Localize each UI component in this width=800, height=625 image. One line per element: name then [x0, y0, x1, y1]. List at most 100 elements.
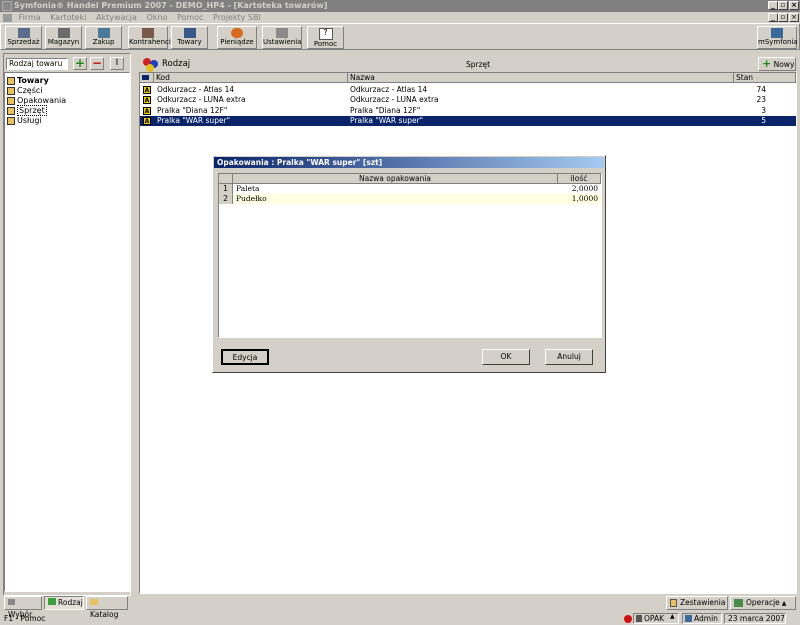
kontrahenci-button[interactable]: Kontrahenci: [128, 26, 171, 49]
towary-button[interactable]: Towary: [171, 26, 208, 49]
msymfonia-button[interactable]: mSymfonia: [757, 26, 798, 49]
new-button[interactable]: + Nowy: [758, 57, 796, 71]
tab-rodzaj[interactable]: Rodzaj: [44, 596, 84, 610]
menu-pomoc[interactable]: Pomoc: [177, 13, 204, 22]
tree-label: Sprzęt: [17, 105, 47, 116]
msymfonia-icon: [771, 28, 783, 38]
maximize-button[interactable]: ▫: [778, 1, 788, 10]
cell-kod: Odkurzacz - Atlas 14: [157, 85, 235, 94]
tree-item-sprzet[interactable]: Sprzęt: [7, 105, 47, 116]
toolbar: Sprzedaż Magazyn Zakup Kontrahenci Towar…: [0, 23, 800, 50]
status-module-label: OPAK: [644, 614, 664, 623]
header-indicator: [140, 73, 154, 83]
product-type-icon: A: [143, 117, 151, 125]
header-indicator: [219, 174, 233, 184]
cell-nazwa: Pralka "WAR super": [350, 116, 424, 125]
delete-type-button[interactable]: −: [90, 57, 104, 70]
cell-kod: Pralka "Diana 12F": [157, 106, 228, 115]
pieniadze-button[interactable]: Pieniądze: [217, 26, 257, 49]
tree-label: Opakowania: [17, 96, 67, 105]
table-row[interactable]: A Odkurzacz - LUNA extra Odkurzacz - LUN…: [140, 95, 796, 105]
ok-button[interactable]: OK: [482, 349, 530, 365]
folder-icon: [7, 116, 15, 125]
minus-icon: −: [91, 56, 103, 70]
menu-firma[interactable]: Firma: [19, 13, 41, 22]
table-row[interactable]: A Pralka "Diana 12F" Pralka "Diana 12F" …: [140, 106, 796, 116]
tree-item-czesci[interactable]: Części: [7, 86, 43, 96]
doc-restore-button[interactable]: ▫: [778, 13, 788, 22]
header-nazwa-opakowania[interactable]: Nazwa opakowania: [233, 174, 558, 184]
cell-nazwa: Odkurzacz - LUNA extra: [350, 95, 439, 104]
packaging-dialog: Opakowania : Pralka "WAR super" [szt] Na…: [212, 155, 606, 373]
cell-name: Pudełko: [236, 194, 267, 203]
menu-kartoteki[interactable]: Kartoteki: [50, 13, 86, 22]
table-row[interactable]: 1 Paleta 2,0000: [219, 184, 601, 194]
tab-katalog[interactable]: Katalog: [86, 596, 128, 619]
zestawienia-button[interactable]: Zestawienia ▲: [666, 596, 728, 620]
warehouse-icon: [57, 28, 70, 38]
cell-stan: 74: [756, 85, 766, 94]
menu-okno[interactable]: Okno: [146, 13, 167, 22]
folder-icon: [7, 106, 15, 115]
ustawienia-button[interactable]: Ustawienia: [262, 26, 302, 49]
edit-type-button[interactable]: I: [110, 57, 124, 70]
packaging-table: Nazwa opakowania ilość 1 Paleta 2,0000 2…: [218, 173, 602, 338]
help-icon: ?: [318, 28, 333, 40]
operacje-button[interactable]: Operacje ▲: [730, 596, 796, 610]
close-button[interactable]: ×: [789, 1, 799, 10]
tree-item-towary[interactable]: Towary: [7, 76, 49, 86]
header-stan[interactable]: Stan: [734, 73, 796, 83]
sprzedaz-button[interactable]: Sprzedaż: [5, 26, 42, 49]
status-module: OPAK: [633, 613, 679, 624]
type-selector-label: Rodzaj towaru: [9, 59, 63, 68]
plus-icon: +: [762, 57, 772, 70]
settings-icon: [276, 28, 288, 38]
table-row[interactable]: A Odkurzacz - Atlas 14 Odkurzacz - Atlas…: [140, 85, 796, 95]
magazyn-button[interactable]: Magazyn: [45, 26, 82, 49]
sprzedaz-label: Sprzedaż: [7, 38, 40, 46]
doc-close-button[interactable]: ×: [789, 13, 799, 22]
tab-wybor[interactable]: Wybór: [4, 596, 42, 619]
ustawienia-label: Ustawienia: [263, 38, 302, 46]
magazyn-label: Magazyn: [47, 38, 80, 46]
type-tree: Towary Części Opakowania Sprzęt Usługi: [4, 72, 130, 592]
cell-nazwa: Odkurzacz - Atlas 14: [350, 85, 428, 94]
cell-qty: 2,0000: [571, 184, 598, 193]
pomoc-label: Pomoc: [313, 40, 338, 48]
kontrahenci-label: Kontrahenci: [129, 38, 171, 46]
header-kod[interactable]: Kod: [154, 73, 348, 83]
goods-icon: [183, 28, 196, 38]
zakup-button[interactable]: Zakup: [85, 26, 122, 49]
menu-projekty[interactable]: Projekty SBI: [213, 13, 261, 22]
table-row-active[interactable]: 2 Pudełko 1,0000: [219, 194, 601, 204]
doc-minimize-button[interactable]: _: [768, 13, 778, 22]
sales-icon: [17, 28, 30, 38]
cancel-button[interactable]: Anuluj: [545, 349, 593, 365]
tree-label: Towary: [17, 76, 49, 85]
minimize-button[interactable]: _: [768, 1, 778, 10]
cell-stan: 23: [756, 95, 766, 104]
cell-stan: 3: [761, 106, 766, 115]
text-cursor-icon: I: [115, 58, 119, 68]
row-number: 2: [219, 194, 233, 204]
tree-label: Usługi: [17, 116, 42, 125]
app-icon: [2, 1, 12, 11]
cell-kod: Pralka "WAR super": [157, 116, 231, 125]
tab-rodzaj-label: Rodzaj: [58, 598, 83, 607]
tree-item-uslugi[interactable]: Usługi: [7, 116, 42, 126]
sort-icon: [142, 75, 149, 80]
category-icon: [48, 598, 56, 605]
type-selector[interactable]: Rodzaj towaru: [6, 58, 68, 70]
table-row-selected[interactable]: A Pralka "WAR super" Pralka "WAR super" …: [140, 116, 796, 126]
cell-nazwa: Pralka "Diana 12F": [350, 106, 421, 115]
rodzaj-icon: [141, 56, 161, 72]
pomoc-button[interactable]: ? Pomoc: [307, 26, 344, 49]
cell-name: Paleta: [236, 184, 260, 193]
menu-aktywacja[interactable]: Aktywacja: [96, 13, 137, 22]
add-type-button[interactable]: +: [73, 57, 87, 70]
header-ilosc[interactable]: ilość: [558, 174, 601, 184]
status-led-icon: [624, 615, 632, 623]
edit-button[interactable]: Edycja: [221, 349, 269, 365]
header-nazwa[interactable]: Nazwa: [348, 73, 734, 83]
pieniadze-label: Pieniądze: [220, 38, 254, 46]
